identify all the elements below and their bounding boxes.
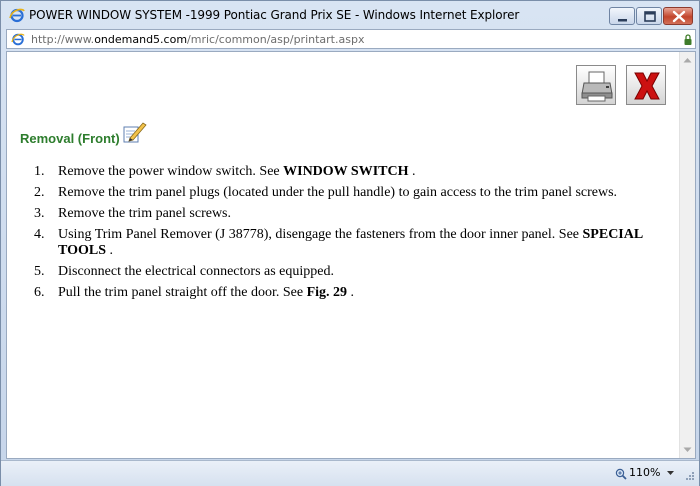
ie-logo-icon	[9, 7, 25, 23]
removal-steps-list: 1. Remove the power window switch. See WI…	[30, 164, 670, 306]
status-bar: 110%	[1, 460, 699, 486]
vertical-scrollbar[interactable]	[679, 52, 695, 458]
list-item: 1. Remove the power window switch. See WI…	[34, 164, 416, 179]
security-icon[interactable]	[683, 33, 693, 45]
address-bar[interactable]: http://www.ondemand5.com/mric/common/asp…	[6, 29, 696, 49]
scroll-up-arrow-icon[interactable]	[683, 57, 692, 63]
scroll-down-arrow-icon[interactable]	[683, 447, 692, 453]
red-x-icon	[634, 72, 660, 100]
print-button[interactable]	[576, 65, 616, 105]
minimize-button[interactable]	[609, 7, 635, 25]
resize-grip-icon[interactable]	[683, 471, 695, 483]
zoom-magnifier-icon[interactable]	[615, 467, 627, 480]
fig-29-link[interactable]: Fig. 29	[307, 285, 347, 300]
minimize-icon	[618, 19, 627, 22]
maximize-icon	[644, 11, 656, 22]
title-bar[interactable]: POWER WINDOW SYSTEM -1999 Pontiac Grand …	[1, 1, 699, 29]
list-item: 5. Disconnect the electrical connectors a…	[34, 264, 334, 279]
edit-note-icon	[121, 120, 147, 144]
section-title: Removal (Front)	[20, 131, 120, 146]
close-icon	[672, 10, 686, 23]
maximize-button[interactable]	[636, 7, 662, 25]
window-title: POWER WINDOW SYSTEM -1999 Pontiac Grand …	[29, 8, 520, 22]
list-item: 2. Remove the trim panel plugs (located u…	[34, 185, 618, 200]
page-content: Removal (Front) 1. Remove the power windo…	[6, 51, 696, 459]
zoom-level[interactable]: 110%	[629, 466, 660, 479]
list-item: 4. Using Trim Panel Remover (J 38778), di…	[34, 227, 643, 258]
window-close-button[interactable]	[663, 7, 693, 25]
address-url: http://www.ondemand5.com/mric/common/asp…	[31, 33, 365, 46]
window-switch-link[interactable]: WINDOW SWITCH	[283, 164, 408, 179]
close-page-button[interactable]	[626, 65, 666, 105]
chevron-down-icon[interactable]	[667, 471, 674, 475]
printer-icon	[581, 71, 613, 102]
page-icon	[11, 32, 25, 46]
list-item: 3. Remove the trim panel screws.	[34, 206, 232, 221]
list-item: 6. Pull the trim panel straight off the d…	[34, 285, 355, 300]
browser-window: POWER WINDOW SYSTEM -1999 Pontiac Grand …	[0, 0, 700, 486]
